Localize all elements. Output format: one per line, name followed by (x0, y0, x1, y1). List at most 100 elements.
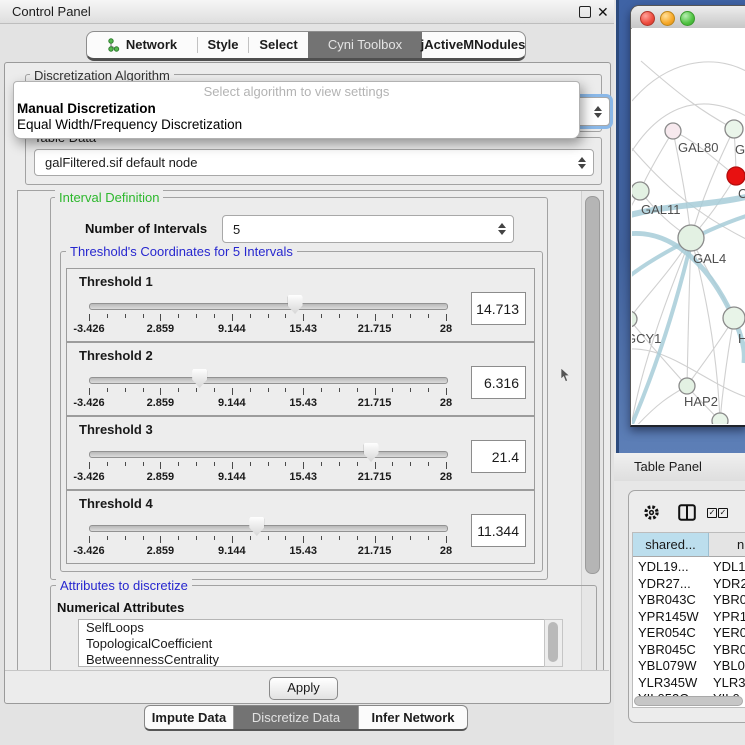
slider-tick (321, 314, 322, 318)
tab-infer-network[interactable]: Infer Network (359, 706, 467, 729)
slider-tick (107, 314, 108, 318)
table-data-combobox[interactable]: galFiltered.sif default node (34, 149, 594, 176)
slider-tick (214, 388, 215, 392)
slider-tick-label: -3.426 (66, 471, 112, 483)
network-node-label: GCY1 (632, 331, 661, 346)
zoom-traffic-light-icon[interactable] (680, 11, 695, 26)
table-header-name[interactable]: n (709, 533, 745, 557)
slider-tick-label: 21.715 (352, 471, 398, 483)
network-node[interactable] (632, 182, 649, 200)
settings-scrollbar-thumb[interactable] (585, 196, 600, 574)
table-cell-name[interactable]: YBL0 (713, 658, 745, 673)
table-cell-shared-name[interactable]: YER054C (638, 625, 696, 640)
checkbox-icon[interactable]: ✓ (707, 508, 717, 518)
dropdown-hint-option[interactable]: Select algorithm to view settings (14, 82, 579, 101)
threshold-slider-thumb[interactable] (192, 369, 207, 388)
slider-tick (392, 314, 393, 318)
table-cell-name[interactable]: YLR3 (713, 675, 745, 690)
threshold-value-field[interactable]: 11.344 (471, 514, 526, 547)
slider-tick (250, 536, 251, 540)
network-canvas[interactable]: GAL80GACGAL11GAL4GCY1HHAP2 (632, 28, 745, 424)
checkbox-icon[interactable]: ✓ (718, 508, 728, 518)
node-attribute-table[interactable]: shared... n YDL19...YDL1YDR27...YDR2YBR0… (632, 532, 745, 708)
slider-tick (232, 536, 233, 543)
network-edge[interactable] (640, 131, 673, 191)
numerical-attributes-list[interactable]: SelfLoopsTopologicalCoefficientBetweenne… (78, 619, 546, 667)
network-edge[interactable] (641, 61, 734, 129)
table-cell-shared-name[interactable]: YBR045C (638, 642, 696, 657)
number-of-intervals-combobox[interactable]: 5 (222, 215, 514, 243)
slider-tick (107, 536, 108, 540)
attributes-list-scrollbar-thumb[interactable] (548, 622, 558, 662)
network-edge[interactable] (632, 191, 640, 263)
tab-network[interactable]: Network (87, 32, 197, 58)
tab-discretize-data[interactable]: Discretize Data (234, 706, 358, 729)
table-header-shared[interactable]: shared... (633, 533, 709, 557)
threshold-slider-thumb[interactable] (364, 443, 379, 462)
table-cell-name[interactable]: YER0 (713, 625, 745, 640)
table-cell-shared-name[interactable]: YDR27... (638, 576, 691, 591)
split-columns-icon[interactable] (678, 504, 696, 521)
table-cell-name[interactable]: YPR1 (713, 609, 745, 624)
tab-impute-data[interactable]: Impute Data (145, 706, 233, 729)
threshold-slider-track[interactable] (89, 303, 448, 310)
slider-tick (89, 462, 90, 469)
dropdown-option-equal-width[interactable]: Equal Width/Frequency Discretization (14, 117, 579, 133)
network-node[interactable] (712, 413, 728, 424)
tab-jactivemnodules[interactable]: jActiveMNodules (422, 32, 524, 58)
network-node[interactable] (665, 123, 681, 139)
float-window-icon[interactable] (579, 6, 591, 18)
tab-select[interactable]: Select (249, 32, 308, 58)
slider-tick (250, 388, 251, 392)
slider-tick (196, 536, 197, 540)
threshold-value-field[interactable]: 21.4 (471, 440, 526, 473)
minimize-traffic-light-icon[interactable] (660, 11, 675, 26)
network-edge[interactable] (720, 318, 734, 421)
slider-tick (268, 314, 269, 318)
network-node[interactable] (725, 120, 743, 138)
interval-definition-group-title: Interval Definition (55, 190, 163, 205)
slider-tick-label: 9.144 (209, 323, 255, 335)
network-graph: GAL80GACGAL11GAL4GCY1HHAP2 (632, 61, 745, 424)
threshold-slider-thumb[interactable] (249, 517, 264, 536)
network-node-label: HAP2 (684, 394, 718, 409)
network-node[interactable] (679, 378, 695, 394)
slider-tick-label: 15.43 (280, 545, 326, 557)
table-cell-shared-name[interactable]: YBR043C (638, 592, 696, 607)
tab-style[interactable]: Style (198, 32, 248, 58)
table-cell-name[interactable]: YDR2 (713, 576, 745, 591)
apply-button[interactable]: Apply (269, 677, 338, 700)
network-node-label: GAL4 (693, 251, 726, 266)
threshold-value-field[interactable]: 6.316 (471, 366, 526, 399)
tab-cyni-toolbox[interactable]: Cyni Toolbox (308, 32, 422, 58)
slider-tick (392, 536, 393, 540)
dropdown-option-manual[interactable]: Manual Discretization (14, 101, 579, 117)
network-node[interactable] (632, 311, 637, 327)
combo-arrows-icon (498, 223, 506, 235)
slider-tick (232, 388, 233, 395)
threshold-slider-track[interactable] (89, 525, 448, 532)
close-traffic-light-icon[interactable] (640, 11, 655, 26)
threshold-slider-track[interactable] (89, 377, 448, 384)
threshold-value-field[interactable]: 14.713 (471, 292, 526, 325)
table-panel-titlebar: Table Panel (614, 453, 745, 481)
table-cell-shared-name[interactable]: YDL19... (638, 559, 689, 574)
close-icon[interactable]: ✕ (597, 1, 609, 23)
table-cell-name[interactable]: YBR0 (713, 592, 745, 607)
table-cell-shared-name[interactable]: YLR345W (638, 675, 697, 690)
attribute-list-item[interactable]: SelfLoops (79, 620, 545, 636)
table-cell-shared-name[interactable]: YPR145W (638, 609, 699, 624)
network-node[interactable] (678, 225, 704, 251)
table-cell-name[interactable]: YDL1 (713, 559, 745, 574)
table-cell-shared-name[interactable]: YBL079W (638, 658, 697, 673)
attribute-list-item[interactable]: BetweennessCentrality (79, 652, 545, 667)
network-node[interactable] (727, 167, 745, 185)
attribute-list-item[interactable]: TopologicalCoefficient (79, 636, 545, 652)
threshold-slider-thumb[interactable] (288, 295, 303, 314)
gear-icon[interactable] (643, 504, 660, 521)
threshold-slider-track[interactable] (89, 451, 448, 458)
network-node[interactable] (723, 307, 745, 329)
table-cell-name[interactable]: YBR0 (713, 642, 745, 657)
network-edge[interactable] (632, 238, 691, 421)
table-hscrollbar-thumb[interactable] (634, 696, 743, 706)
